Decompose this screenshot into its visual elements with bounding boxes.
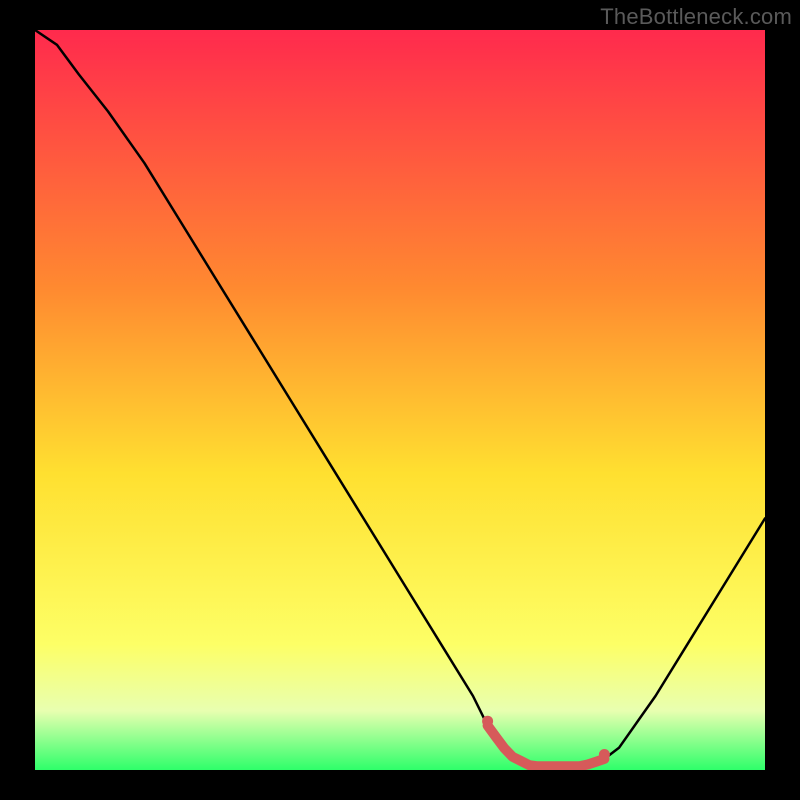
bottleneck-chart	[0, 0, 800, 800]
chart-frame: TheBottleneck.com	[0, 0, 800, 800]
watermark-text: TheBottleneck.com	[600, 4, 792, 30]
plot-background	[35, 30, 765, 770]
highlight-endpoint	[482, 716, 493, 727]
highlight-endpoint	[599, 749, 610, 760]
